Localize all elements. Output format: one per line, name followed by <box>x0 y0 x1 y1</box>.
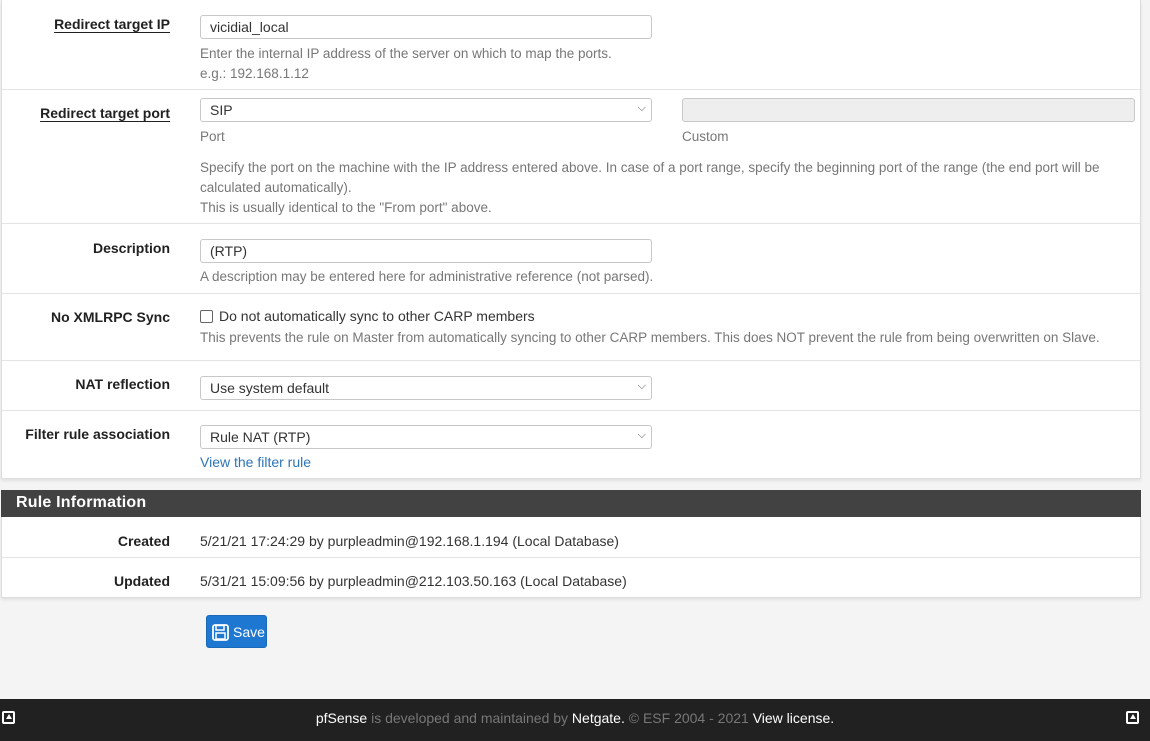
redirect-ip-label: Redirect target IP <box>54 16 170 32</box>
redirect-port-help-2: calculated automatically). <box>200 180 352 195</box>
nat-reflection-label: NAT reflection <box>75 376 170 392</box>
redirect-ip-input[interactable]: vicidial_local <box>200 15 652 39</box>
rule-information-panel: Created 5/21/21 17:24:29 by purpleadmin@… <box>1 517 1141 598</box>
updated-value: 5/31/21 15:09:56 by purpleadmin@212.103.… <box>200 573 627 589</box>
nat-reflection-select[interactable]: Use system default ⌵ <box>200 376 652 400</box>
footer: pfSense is developed and maintained by N… <box>0 699 1150 741</box>
port-forward-form-panel: Redirect target IP vicidial_local Enter … <box>1 0 1141 479</box>
no-xmlrpc-checkbox-label: Do not automatically sync to other CARP … <box>219 308 535 324</box>
scroll-top-icon[interactable] <box>1126 711 1139 724</box>
no-xmlrpc-option[interactable]: Do not automatically sync to other CARP … <box>200 308 1140 324</box>
redirect-port-row: Redirect target port SIP ⌵ Port Custom S… <box>2 89 1140 223</box>
redirect-port-help-1: Specify the port on the machine with the… <box>200 160 1100 175</box>
redirect-ip-example: e.g.: 192.168.1.12 <box>200 66 309 81</box>
chevron-down-icon: ⌵ <box>637 380 646 392</box>
chevron-down-icon: ⌵ <box>637 102 646 114</box>
no-xmlrpc-label: No XMLRPC Sync <box>50 309 170 325</box>
no-xmlrpc-checkbox[interactable] <box>200 310 213 323</box>
description-label: Description <box>92 240 170 256</box>
rule-information-header: Rule Information <box>1 490 1141 517</box>
description-row: Description (RTP) A description may be e… <box>2 223 1140 293</box>
no-xmlrpc-row: No XMLRPC Sync Do not automatically sync… <box>2 293 1140 360</box>
description-input[interactable]: (RTP) <box>200 239 652 263</box>
floppy-disk-icon <box>212 624 229 644</box>
save-button[interactable]: Save <box>206 615 267 648</box>
custom-sublabel: Custom <box>682 129 729 144</box>
redirect-port-select[interactable]: SIP ⌵ <box>200 98 652 122</box>
footer-text-1: is developed and maintained by <box>367 710 572 726</box>
save-button-label: Save <box>233 624 265 640</box>
nat-reflection-selected: Use system default <box>210 380 330 396</box>
updated-row: Updated 5/31/21 15:09:56 by purpleadmin@… <box>2 557 1140 598</box>
redirect-ip-row: Redirect target IP vicidial_local Enter … <box>2 0 1140 89</box>
created-value: 5/21/21 17:24:29 by purpleadmin@192.168.… <box>200 533 619 549</box>
footer-text-2: © ESF 2004 - 2021 <box>624 710 753 726</box>
port-sublabel: Port <box>200 129 225 144</box>
updated-label: Updated <box>114 573 170 589</box>
filter-rule-label: Filter rule association <box>25 426 170 442</box>
redirect-port-selected: SIP <box>210 102 233 118</box>
created-label: Created <box>117 533 170 549</box>
description-help: A description may be entered here for ad… <box>200 269 654 284</box>
view-filter-rule-link[interactable]: View the filter rule <box>200 454 652 470</box>
scroll-top-icon[interactable] <box>2 711 15 724</box>
chevron-down-icon: ⌵ <box>637 429 646 441</box>
no-xmlrpc-help: This prevents the rule on Master from au… <box>200 330 1100 345</box>
filter-rule-selected: Rule NAT (RTP) <box>210 429 311 445</box>
filter-rule-select[interactable]: Rule NAT (RTP) ⌵ <box>200 425 652 449</box>
footer-netgate-link[interactable]: Netgate. <box>572 710 625 726</box>
redirect-port-label: Redirect target port <box>40 105 170 121</box>
footer-license-link[interactable]: View license. <box>753 710 834 726</box>
created-row: Created 5/21/21 17:24:29 by purpleadmin@… <box>2 517 1140 557</box>
custom-port-input[interactable] <box>682 98 1135 122</box>
nat-reflection-row: NAT reflection Use system default ⌵ <box>2 360 1140 410</box>
redirect-ip-help: Enter the internal IP address of the ser… <box>200 46 612 61</box>
filter-rule-row: Filter rule association Rule NAT (RTP) ⌵… <box>2 410 1140 479</box>
redirect-port-help-3: This is usually identical to the "From p… <box>200 200 492 215</box>
footer-brand: pfSense <box>315 710 368 726</box>
